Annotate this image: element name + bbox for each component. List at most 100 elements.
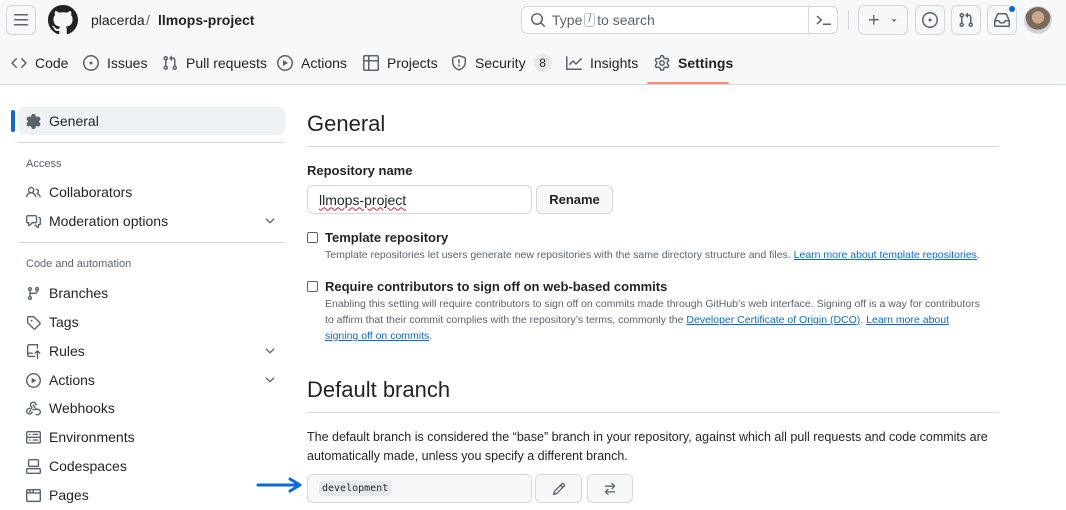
breadcrumb-repo[interactable]: llmops-project <box>158 12 254 28</box>
tab-security-label: Security <box>475 55 526 71</box>
issue-icon <box>83 55 99 71</box>
sidebar-item-branches[interactable]: Branches <box>18 279 285 307</box>
breadcrumb-owner[interactable]: placerda <box>91 12 145 28</box>
sidebar-item-environments-label: Environments <box>49 429 135 445</box>
tab-issues[interactable]: Issues <box>83 52 147 74</box>
server-icon <box>26 430 41 444</box>
sidebar-item-collaborators[interactable]: Collaborators <box>18 178 285 206</box>
header-divider <box>848 10 849 30</box>
browser-icon <box>26 488 41 502</box>
default-branch-heading: Default branch <box>307 377 451 402</box>
hamburger-icon <box>14 14 28 26</box>
sidebar-item-rules-label: Rules <box>49 343 85 359</box>
codespaces-icon <box>26 458 41 474</box>
template-repository-description: Template repositories let users generate… <box>325 247 995 263</box>
tag-icon <box>26 315 41 330</box>
require-signoff-description: Enabling this setting will require contr… <box>325 296 985 344</box>
sidebar-item-webhooks[interactable]: Webhooks <box>18 394 285 422</box>
tab-security[interactable]: Security 8 <box>451 52 552 74</box>
tab-actions[interactable]: Actions <box>277 52 347 74</box>
breadcrumb-separator: / <box>146 12 150 28</box>
sidebar-item-pages[interactable]: Pages <box>18 481 285 509</box>
tab-insights-label: Insights <box>590 55 639 71</box>
issues-button[interactable] <box>915 5 945 35</box>
template-repository-title: Template repository <box>325 230 449 245</box>
sidebar-item-codespaces[interactable]: Codespaces <box>18 452 285 480</box>
sidebar-item-tags-label: Tags <box>49 314 79 330</box>
section-divider <box>307 146 999 147</box>
command-palette-button[interactable] <box>808 6 838 34</box>
sidebar-item-moderation[interactable]: Moderation options <box>18 207 285 235</box>
template-description-end: . <box>976 249 980 261</box>
sidebar-item-codespaces-label: Codespaces <box>49 458 127 474</box>
tab-code[interactable]: Code <box>11 52 68 74</box>
comment-discussion-icon <box>26 214 41 228</box>
tab-settings-label: Settings <box>678 55 734 71</box>
play-icon <box>26 372 41 388</box>
sidebar-item-actions-label: Actions <box>49 372 95 388</box>
search-placeholder-prefix: Type <box>552 12 583 28</box>
tab-code-label: Code <box>35 55 69 71</box>
tab-projects[interactable]: Projects <box>363 52 438 74</box>
plus-icon <box>868 14 879 25</box>
rename-button[interactable]: Rename <box>536 185 613 214</box>
repo-push-icon <box>26 343 41 359</box>
sidebar-item-actions[interactable]: Actions <box>18 366 285 394</box>
menu-button[interactable] <box>6 5 36 35</box>
inbox-icon <box>994 12 1010 27</box>
selected-tab-indicator <box>647 82 729 84</box>
dco-link[interactable]: Developer Certificate of Origin (DCO) <box>686 314 860 326</box>
tab-pull-requests[interactable]: Pull requests <box>162 52 267 74</box>
arrow-switch-icon <box>604 482 616 495</box>
repository-name-input[interactable]: llmops-project <box>307 185 532 214</box>
terminal-icon <box>816 15 831 25</box>
template-learn-more-link[interactable]: Learn more about template repositories <box>794 249 977 261</box>
signoff-description-mid: . <box>860 314 864 326</box>
sidebar-item-general[interactable]: General <box>18 107 285 135</box>
switch-default-branch-button[interactable] <box>587 474 633 503</box>
require-signoff-checkbox[interactable] <box>307 281 318 292</box>
chevron-down-icon <box>265 348 275 354</box>
pull-request-icon <box>163 55 178 71</box>
tab-projects-label: Projects <box>387 55 438 71</box>
gear-icon <box>26 113 41 129</box>
git-branch-icon <box>27 286 40 300</box>
sidebar-item-tags[interactable]: Tags <box>18 308 285 336</box>
repository-name-label: Repository name <box>307 163 413 178</box>
chevron-down-icon <box>265 218 275 224</box>
sidebar-item-environments[interactable]: Environments <box>18 423 285 451</box>
page-title: General <box>307 111 386 136</box>
security-alert-count: 8 <box>533 54 552 72</box>
sidebar-item-pages-label: Pages <box>49 487 89 503</box>
search-icon <box>531 13 546 28</box>
user-avatar[interactable] <box>1024 6 1052 34</box>
git-pull-request-icon <box>959 12 974 28</box>
people-icon <box>26 186 41 197</box>
edit-default-branch-button[interactable] <box>535 474 582 503</box>
signoff-description-end: . <box>429 330 433 342</box>
graph-icon <box>566 56 582 70</box>
sidebar-heading-access: Access <box>26 158 62 170</box>
default-branch-field: development <box>307 474 532 503</box>
sidebar-item-branches-label: Branches <box>49 285 109 301</box>
shield-icon <box>452 55 466 71</box>
tab-pull-requests-label: Pull requests <box>186 55 267 71</box>
template-repository-checkbox[interactable] <box>307 232 318 243</box>
sidebar-item-webhooks-label: Webhooks <box>49 400 115 416</box>
tab-insights[interactable]: Insights <box>566 52 638 74</box>
pull-requests-button[interactable] <box>951 5 981 35</box>
repository-name-value: llmops-project <box>319 191 407 208</box>
search-input[interactable]: Type / to search <box>521 6 838 34</box>
chevron-down-icon <box>265 377 275 383</box>
create-new-button[interactable] <box>858 5 908 35</box>
pencil-icon <box>552 482 565 495</box>
sidebar-item-rules[interactable]: Rules <box>18 337 285 365</box>
tab-settings[interactable]: Settings <box>654 52 733 74</box>
section-divider <box>307 412 999 413</box>
github-logo-icon[interactable] <box>48 5 78 35</box>
tab-actions-label: Actions <box>301 55 347 71</box>
search-shortcut-key: / <box>584 13 596 27</box>
sidebar-active-indicator <box>11 110 15 132</box>
issue-opened-icon <box>922 12 938 28</box>
tab-issues-label: Issues <box>107 55 148 71</box>
